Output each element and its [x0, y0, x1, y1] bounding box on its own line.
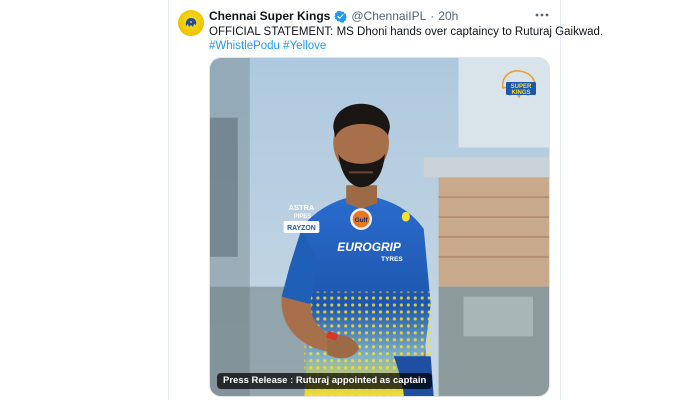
- display-name[interactable]: Chennai Super Kings: [209, 9, 330, 23]
- verified-badge-icon: [334, 10, 348, 23]
- tweet-media-image[interactable]: Gulf EUROGRIP TYRES ASTRA PIPES RAYZON S…: [209, 57, 550, 397]
- media-caption: Press Release : Ruturaj appointed as cap…: [217, 373, 433, 389]
- sleeve-sponsor-top: ASTRA: [289, 203, 315, 212]
- logo-text-line2: KINGS: [511, 90, 530, 96]
- main-sponsor-text: EUROGRIP: [337, 240, 401, 254]
- right-border: [560, 0, 561, 400]
- more-horizontal-icon[interactable]: [534, 9, 550, 21]
- hashtag-link[interactable]: #WhistlePodu: [209, 40, 280, 52]
- lion-icon: [185, 18, 197, 27]
- timestamp[interactable]: 20h: [438, 9, 458, 23]
- tweet-card[interactable]: Chennai Super Kings @ChennaiIPL · 20h OF…: [168, 0, 604, 400]
- handle[interactable]: @ChennaiIPL: [351, 9, 426, 23]
- tweet-text: OFFICIAL STATEMENT: MS Dhoni hands over …: [209, 25, 604, 53]
- avatar[interactable]: [178, 10, 204, 36]
- sleeve-sponsor-bottom: RAYZON: [287, 225, 316, 232]
- separator: ·: [430, 9, 435, 23]
- player-photo: Gulf EUROGRIP TYRES ASTRA PIPES RAYZON: [210, 58, 549, 396]
- chest-sponsor-logo: Gulf: [355, 217, 369, 224]
- sleeve-sponsor-top2: PIPES: [294, 214, 312, 220]
- tweet-header: Chennai Super Kings @ChennaiIPL · 20h: [209, 8, 458, 24]
- hashtag-link[interactable]: #Yellove: [283, 40, 326, 52]
- tweet-text-line: OFFICIAL STATEMENT: MS Dhoni hands over …: [209, 26, 604, 38]
- main-sponsor-sub: TYRES: [381, 256, 403, 263]
- csk-lion-logo-icon: SUPER KINGS: [501, 70, 537, 99]
